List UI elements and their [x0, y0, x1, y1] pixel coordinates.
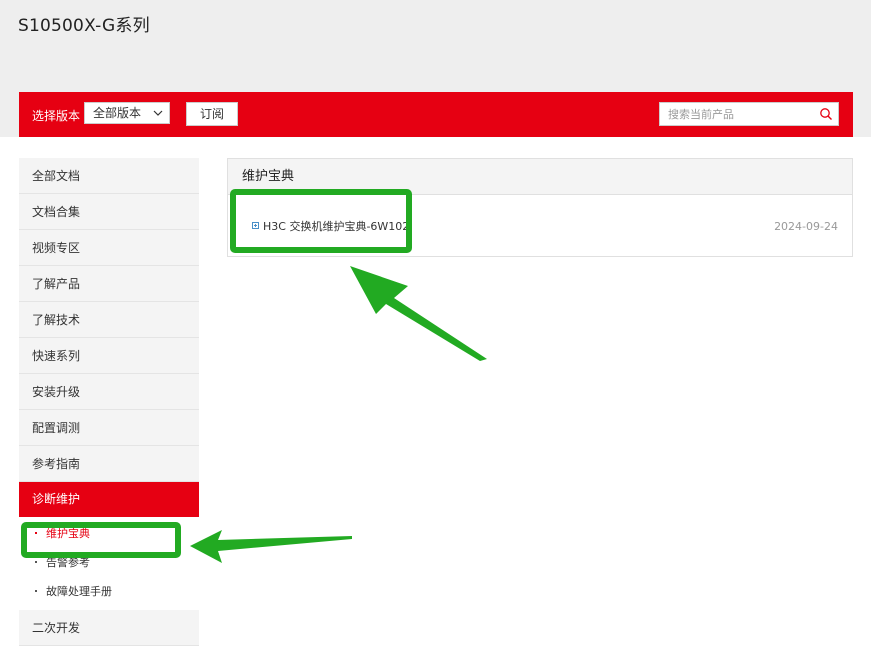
version-label: 选择版本	[32, 109, 81, 123]
annotation-arrow-up	[350, 266, 487, 361]
sidebar-item-doc-collection[interactable]: 文档合集	[19, 194, 199, 230]
search-input[interactable]	[660, 103, 810, 125]
subscribe-button[interactable]: 订阅	[186, 102, 238, 126]
sidebar-item-technology[interactable]: 了解技术	[19, 302, 199, 338]
sidebar-item-quick[interactable]: 快速系列	[19, 338, 199, 374]
sidebar-nav: 全部文档 文档合集 视频专区 了解产品 了解技术 快速系列 安装升级 配置调测 …	[19, 158, 199, 646]
toolbar: 选择版本 全部版本 订阅	[19, 92, 853, 137]
sidebar-item-product[interactable]: 了解产品	[19, 266, 199, 302]
search-icon[interactable]	[819, 107, 833, 121]
sidebar-item-diagnosis[interactable]: 诊断维护	[19, 482, 199, 517]
panel-title: 维护宝典	[228, 159, 852, 195]
content-panel: 维护宝典 H3C 交换机维护宝典-6W102 2024-09-24	[227, 158, 853, 257]
sub-item-maintenance[interactable]: 维护宝典	[19, 519, 199, 548]
expand-plus-icon[interactable]	[252, 222, 259, 229]
doc-link[interactable]: H3C 交换机维护宝典-6W102	[263, 218, 409, 234]
sidebar-item-install[interactable]: 安装升级	[19, 374, 199, 410]
sidebar-item-reference[interactable]: 参考指南	[19, 446, 199, 482]
doc-date: 2024-09-24	[774, 220, 838, 233]
bullet-icon	[35, 590, 37, 592]
bullet-icon	[35, 561, 37, 563]
sidebar-item-config[interactable]: 配置调测	[19, 410, 199, 446]
page-title: S10500X-G系列	[18, 16, 150, 36]
sidebar-item-videos[interactable]: 视频专区	[19, 230, 199, 266]
annotation-arrow-left	[190, 530, 352, 563]
sub-item-label: 维护宝典	[46, 527, 90, 540]
chevron-down-icon	[153, 110, 163, 116]
search-box	[659, 102, 839, 126]
sidebar-sub-list: 维护宝典 告警参考 故障处理手册	[19, 517, 199, 610]
sub-item-troubleshoot[interactable]: 故障处理手册	[19, 577, 199, 606]
sub-item-label: 告警参考	[46, 556, 90, 569]
bullet-icon	[35, 532, 37, 534]
sidebar-item-all-docs[interactable]: 全部文档	[19, 158, 199, 194]
doc-row: H3C 交换机维护宝典-6W102 2024-09-24	[228, 195, 852, 257]
sub-item-alarm[interactable]: 告警参考	[19, 548, 199, 577]
version-select-value: 全部版本	[93, 106, 142, 120]
sidebar-item-dev[interactable]: 二次开发	[19, 610, 199, 646]
version-select[interactable]: 全部版本	[84, 102, 170, 124]
sub-item-label: 故障处理手册	[46, 585, 112, 598]
